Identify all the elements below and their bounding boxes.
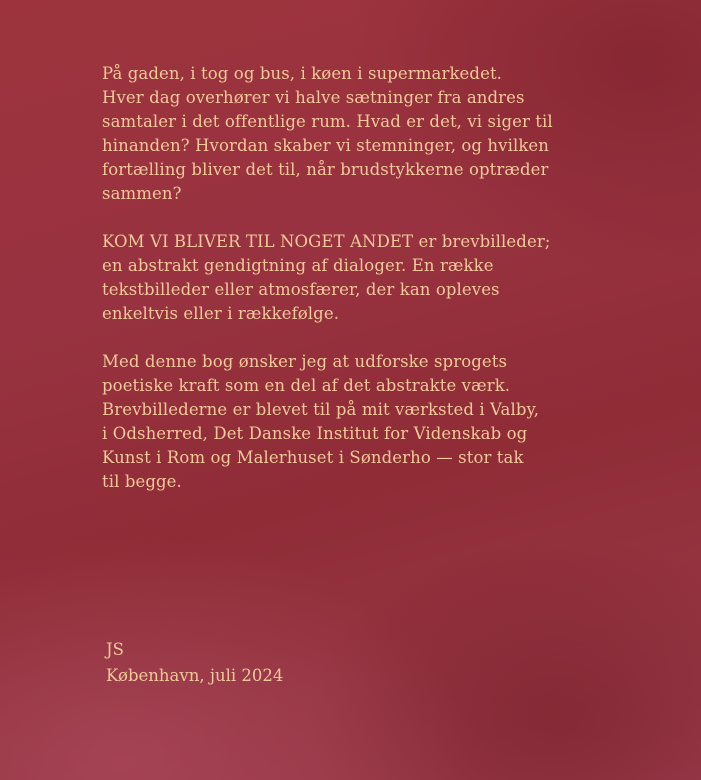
text-line: Kunst i Rom og Malerhuset i Sønderho — s… bbox=[102, 448, 524, 467]
text-line: sammen? bbox=[102, 184, 182, 203]
text-line: Brevbillederne er blevet til på mit værk… bbox=[102, 400, 540, 419]
text-line: Hver dag overhører vi halve sætninger fr… bbox=[102, 88, 525, 107]
text-line: i Odsherred, Det Danske Institut for Vid… bbox=[102, 424, 528, 443]
text-line: poetiske kraft som en del af det abstrak… bbox=[102, 376, 511, 395]
text-line: Med denne bog ønsker jeg at udforske spr… bbox=[102, 352, 508, 371]
author-initials: JS bbox=[106, 640, 124, 659]
text-line: På gaden, i tog og bus, i køen i superma… bbox=[102, 64, 503, 83]
text-line: en abstrakt gendigtning af dialoger. En … bbox=[102, 256, 494, 275]
body-text: På gaden, i tog og bus, i køen i superma… bbox=[102, 62, 592, 494]
text-line: KOM VI BLIVER TIL NOGET ANDET er brevbil… bbox=[102, 232, 551, 251]
text-line: hinanden? Hvordan skaber vi stemninger, … bbox=[102, 136, 550, 155]
place-and-date: København, juli 2024 bbox=[106, 666, 284, 685]
text-line: enkeltvis eller i rækkefølge. bbox=[102, 304, 340, 323]
text-line: samtaler i det offentlige rum. Hvad er d… bbox=[102, 112, 553, 131]
text-line: til begge. bbox=[102, 472, 182, 491]
paragraph-2: KOM VI BLIVER TIL NOGET ANDET er brevbil… bbox=[102, 230, 592, 326]
signature-block: JS København, juli 2024 bbox=[106, 637, 283, 689]
book-page: På gaden, i tog og bus, i køen i superma… bbox=[0, 0, 701, 780]
paragraph-1: På gaden, i tog og bus, i køen i superma… bbox=[102, 62, 592, 206]
text-line: fortælling bliver det til, når brudstykk… bbox=[102, 160, 549, 179]
text-line: tekstbilleder eller atmosfærer, der kan … bbox=[102, 280, 500, 299]
paragraph-3: Med denne bog ønsker jeg at udforske spr… bbox=[102, 350, 592, 494]
